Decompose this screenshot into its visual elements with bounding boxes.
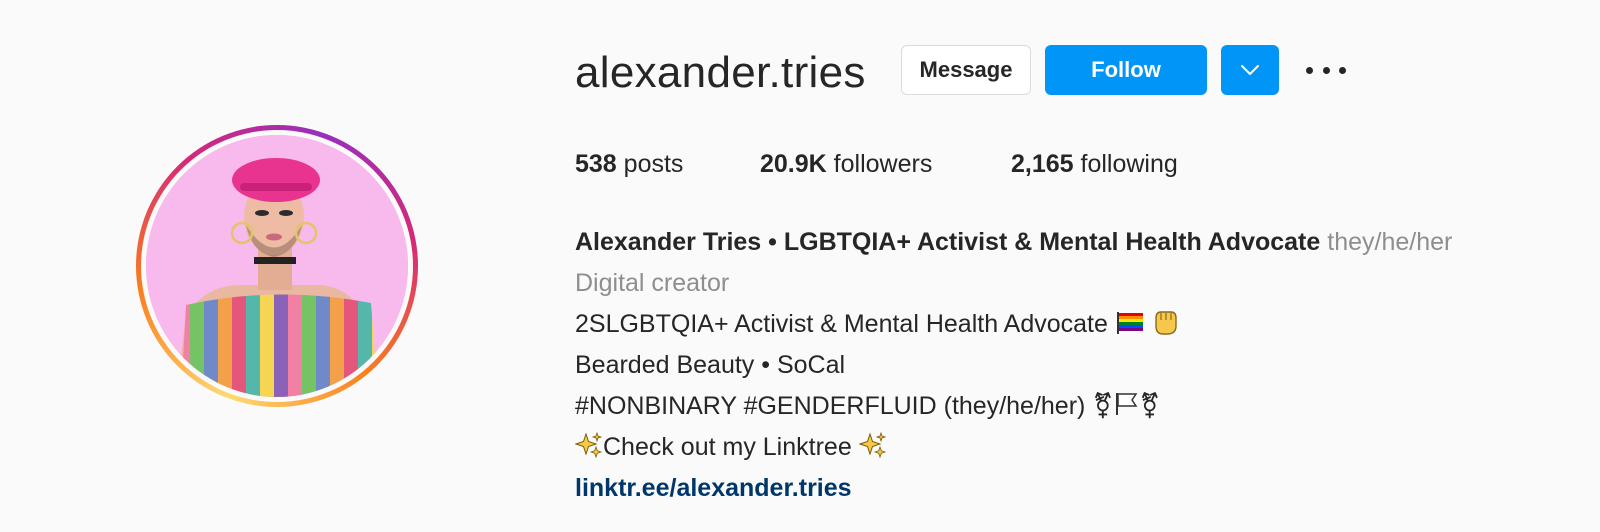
following-value: 2,165: [1011, 150, 1074, 178]
profile-bio: Alexander Tries • LGBTQIA+ Activist & Me…: [575, 222, 1452, 509]
follow-button[interactable]: Follow: [1045, 45, 1207, 95]
followers-value: 20.9K: [760, 150, 827, 178]
white-flag-icon: [1116, 393, 1138, 416]
raised-fist-icon: [1155, 311, 1177, 336]
sparkles-icon: [858, 432, 886, 459]
avatar-image: [146, 135, 408, 397]
transgender-symbol-icon: ⚧: [1139, 392, 1161, 420]
bio-line: Bearded Beauty • SoCal: [575, 351, 846, 379]
story-ring[interactable]: [136, 125, 418, 407]
following-label: following: [1080, 150, 1178, 178]
posts-label: posts: [623, 150, 684, 178]
followers-label: followers: [833, 150, 933, 178]
bio-line: 2SLGBTQIA+ Activist & Mental Health Advo…: [575, 310, 1108, 338]
pronouns: they/he/her: [1327, 228, 1453, 256]
more-options-icon[interactable]: [1306, 58, 1346, 82]
bio-line: #NONBINARY #GENDERFLUID (they/he/her): [575, 392, 1086, 420]
following-link[interactable]: 2,165 following: [1011, 150, 1178, 179]
posts-value: 538: [575, 150, 617, 178]
transgender-symbol-icon: ⚧: [1092, 392, 1114, 420]
rainbow-flag-icon: [1116, 312, 1143, 335]
full-name: Alexander Tries • LGBTQIA+ Activist & Me…: [575, 228, 1321, 256]
external-link[interactable]: linktr.ee/alexander.tries: [575, 474, 852, 502]
profile-header: alexander.tries Message Follow 538 posts…: [0, 0, 1600, 532]
sparkles-icon: [575, 432, 603, 459]
message-button[interactable]: Message: [901, 45, 1031, 95]
chevron-down-icon: [1241, 65, 1259, 75]
bio-line: Check out my Linktree: [603, 433, 852, 461]
category-label: Digital creator: [575, 269, 730, 297]
followers-link[interactable]: 20.9K followers: [760, 150, 932, 179]
avatar[interactable]: [146, 135, 408, 397]
username: alexander.tries: [575, 48, 866, 97]
suggested-accounts-button[interactable]: [1221, 45, 1279, 95]
posts-count: 538 posts: [575, 150, 683, 179]
